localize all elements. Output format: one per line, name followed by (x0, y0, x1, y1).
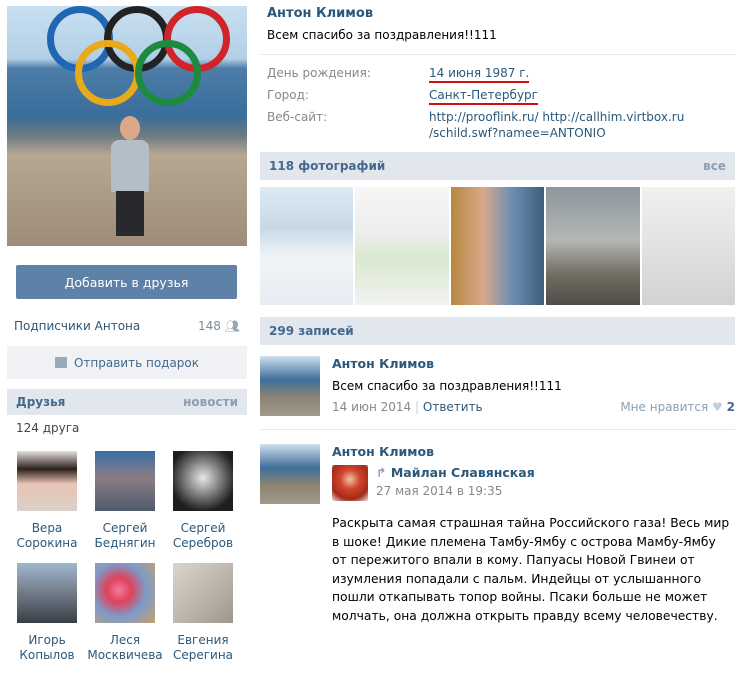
city-label: Город: (267, 88, 309, 102)
photos-all-link[interactable]: все (703, 159, 726, 173)
friend-name[interactable]: Сергей Беднягин (86, 521, 164, 551)
wall-post: Антон Климов Всем спасибо за поздравлени… (260, 356, 735, 416)
website-value[interactable]: http://prooflink.ru/ http://callhim.virt… (429, 109, 699, 141)
send-gift-button[interactable]: Отправить подарок (7, 346, 247, 379)
friend-name[interactable]: Вера Сорокина (8, 521, 86, 551)
divider (260, 429, 735, 430)
friend-card[interactable]: Сергей Беднягин (86, 451, 164, 551)
repost-arrow-icon: ↱ (376, 465, 387, 480)
photo-thumbnail[interactable] (260, 187, 354, 305)
repost-header: ↱ Майлан Славянская 27 мая 2014 в 19:35 (332, 465, 735, 501)
friend-card[interactable]: Игорь Копылов (8, 563, 86, 663)
photos-strip (260, 187, 736, 305)
post-date[interactable]: 14 июн 2014 (332, 400, 411, 414)
friend-card[interactable]: Вера Сорокина (8, 451, 86, 551)
friend-photo[interactable] (17, 563, 77, 623)
repost-date[interactable]: 27 мая 2014 в 19:35 (376, 484, 535, 498)
divider (260, 54, 735, 55)
friend-photo[interactable] (17, 451, 77, 511)
friend-name[interactable]: Сергей Серебров (164, 521, 242, 551)
profile-status[interactable]: Всем спасибо за поздравления!!111 (260, 28, 735, 42)
subscribers-label[interactable]: Подписчики Антона (14, 319, 140, 333)
post-text: Всем спасибо за поздравления!!111 (332, 379, 562, 393)
friend-name[interactable]: Леся Москвичева (86, 633, 164, 663)
birthday-value[interactable]: 14 июня 1987 г. (429, 66, 530, 83)
subscribers-count: 148 👥︎ (198, 319, 240, 333)
post-meta: 14 июн 2014 | Ответить Мне нравится ♥ 2 (332, 400, 735, 414)
city-value[interactable]: Санкт-Петербург (429, 88, 538, 105)
subscribers-row[interactable]: Подписчики Антона 148 👥︎ (7, 319, 247, 333)
like-button[interactable]: Мне нравится ♥ 2 (620, 400, 735, 414)
friends-grid: Вера Сорокина Сергей Беднягин Сергей Сер… (7, 441, 247, 663)
photos-header: 118 фотографий все (260, 152, 735, 180)
photo-thumbnail[interactable] (641, 187, 736, 305)
friend-photo[interactable] (95, 451, 155, 511)
left-column: Добавить в друзья Подписчики Антона 148 … (7, 6, 247, 663)
friends-title[interactable]: Друзья (16, 395, 65, 409)
post-avatar[interactable] (260, 444, 320, 504)
person-figure (107, 116, 153, 236)
friend-name[interactable]: Игорь Копылов (8, 633, 86, 663)
friend-card[interactable]: Леся Москвичева (86, 563, 164, 663)
repost-avatar[interactable] (332, 465, 368, 501)
repost-author[interactable]: Майлан Славянская (391, 465, 535, 480)
post-avatar[interactable] (260, 356, 320, 416)
friends-count[interactable]: 124 друга (7, 415, 247, 441)
send-gift-label: Отправить подарок (73, 355, 200, 370)
profile-name: Антон Климов (267, 6, 374, 21)
friend-name[interactable]: Евгения Серегина (164, 633, 242, 663)
repost-text: Раскрыта самая страшная тайна Российског… (332, 516, 730, 623)
photo-thumbnail[interactable] (546, 187, 640, 305)
reply-link[interactable]: Ответить (423, 400, 483, 414)
wall-post: Антон Климов ↱ Майлан Славянская 27 мая … (260, 444, 735, 504)
friend-card[interactable]: Евгения Серегина (164, 563, 242, 663)
friends-news-link[interactable]: новости (183, 395, 238, 409)
post-author[interactable]: Антон Климов (332, 356, 735, 371)
add-friend-button[interactable]: Добавить в друзья (16, 265, 237, 299)
birthday-label: День рождения: (267, 66, 371, 80)
friend-photo[interactable] (95, 563, 155, 623)
friend-photo[interactable] (173, 563, 233, 623)
ring-green-shape (135, 40, 201, 106)
people-icon: 👥︎ (224, 319, 240, 333)
like-count: 2 (726, 400, 735, 414)
friends-header: Друзья новости (7, 389, 247, 415)
photo-thumbnail[interactable] (450, 187, 545, 305)
right-column: Антон Климов Всем спасибо за поздравлени… (260, 6, 736, 625)
post-author[interactable]: Антон Климов (332, 444, 735, 459)
wall-header: 299 записей (260, 317, 735, 345)
heart-icon: ♥ (712, 400, 723, 414)
photos-title[interactable]: 118 фотографий (269, 159, 385, 173)
ring-yellow-shape (75, 40, 141, 106)
profile-avatar[interactable] (7, 6, 247, 246)
website-label: Веб-сайт: (267, 110, 328, 124)
photo-thumbnail[interactable] (355, 187, 449, 305)
friend-card[interactable]: Сергей Серебров (164, 451, 242, 551)
gift-icon (54, 357, 67, 368)
friend-photo[interactable] (173, 451, 233, 511)
wall-title[interactable]: 299 записей (269, 324, 354, 338)
profile-info: День рождения: 14 июня 1987 г. Город: Са… (260, 65, 735, 141)
